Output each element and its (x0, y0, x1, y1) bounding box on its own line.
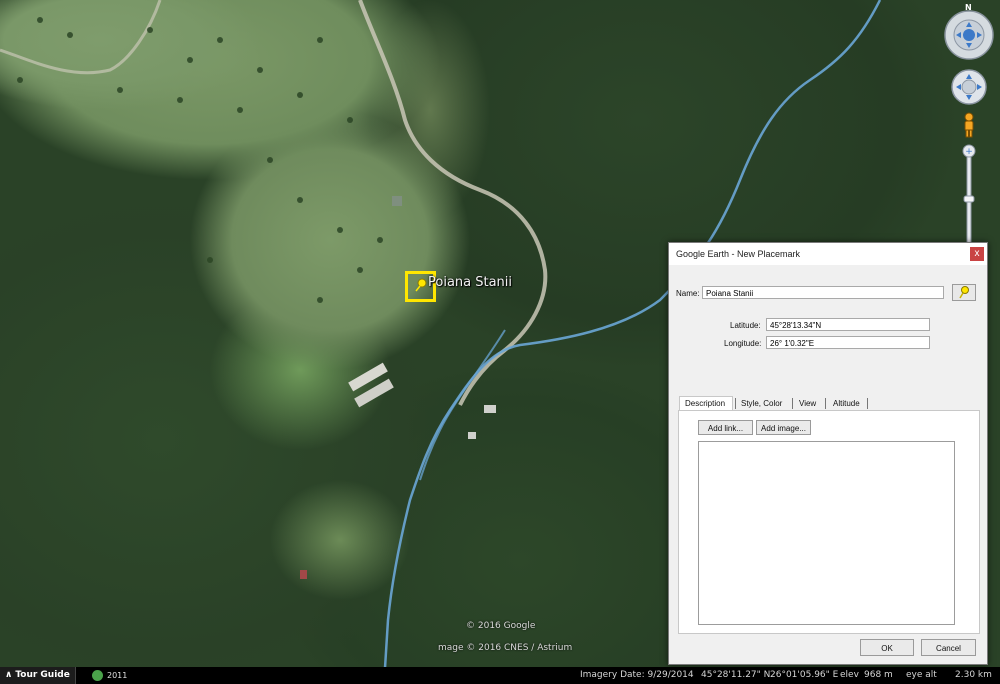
tour-guide-button[interactable]: ∧ Tour Guide (0, 667, 76, 684)
close-icon: x (974, 248, 980, 259)
street-view-pegman-icon[interactable] (960, 112, 978, 138)
road-branch (0, 0, 162, 75)
eye-alt-label: eye alt (906, 670, 937, 680)
cancel-button[interactable]: Cancel (921, 639, 976, 656)
status-bar: ∧ Tour Guide 2011 Imagery Date: 9/29/2014… (0, 667, 1000, 684)
building (300, 570, 307, 579)
tab-divider (867, 398, 868, 409)
tab-style-color[interactable]: Style, Color (741, 398, 782, 410)
add-link-button[interactable]: Add link... (698, 420, 753, 435)
look-control[interactable]: N (942, 3, 996, 60)
pushpin-icon (415, 278, 427, 292)
dialog-titlebar[interactable]: Google Earth - New Placemark x (669, 243, 987, 265)
svg-text:+: + (965, 147, 973, 157)
tour-guide-label: Tour Guide (15, 670, 70, 680)
pushpin-icon (959, 286, 969, 299)
add-image-button[interactable]: Add image... (756, 420, 811, 435)
new-placemark-dialog: Google Earth - New Placemark x Name: Poi… (668, 242, 988, 665)
building (484, 405, 496, 413)
meadow-trees (17, 17, 383, 303)
building (392, 196, 402, 206)
cursor-latitude: 45°28'11.27" N (701, 670, 771, 680)
eye-alt-value: 2.30 km (955, 670, 992, 680)
elev-label: elev (840, 670, 859, 680)
placemark-icon-button[interactable] (952, 284, 976, 301)
longitude-field[interactable]: 26° 1'0.32"E (766, 336, 930, 349)
latitude-field[interactable]: 45°28'13.34"N (766, 318, 930, 331)
clock-icon (92, 670, 103, 681)
place-label: Poiana Stanii (428, 275, 513, 290)
tab-altitude[interactable]: Altitude (833, 398, 860, 410)
move-control[interactable] (950, 68, 988, 106)
imagery-date: Imagery Date: 9/29/2014 (580, 670, 694, 680)
name-field[interactable]: Poiana Stanii (702, 286, 944, 299)
name-label: Name: (676, 289, 700, 298)
tab-description[interactable]: Description (685, 398, 725, 410)
close-button[interactable]: x (970, 247, 984, 261)
latitude-label: Latitude: (730, 321, 761, 330)
chevron-up-icon: ∧ (5, 670, 13, 680)
historical-year: 2011 (107, 671, 128, 680)
longitude-label: Longitude: (724, 339, 762, 348)
zoom-slider[interactable]: + (962, 144, 976, 245)
ok-button[interactable]: OK (860, 639, 914, 656)
elev-value: 968 m (864, 670, 893, 680)
copyright-google: © 2016 Google (466, 621, 536, 631)
dialog-title: Google Earth - New Placemark (676, 249, 801, 259)
copyright-imagery: mage © 2016 CNES / Astrium (438, 643, 573, 653)
tab-divider (825, 398, 826, 409)
pan-arrows-icon (951, 69, 987, 105)
tab-divider (735, 398, 736, 409)
zoom-thumb (963, 195, 975, 203)
north-label: N (965, 3, 972, 12)
tab-divider (792, 398, 793, 409)
compass-look-icon (944, 10, 994, 60)
tab-view[interactable]: View (799, 398, 816, 410)
description-textarea[interactable] (698, 441, 955, 625)
cursor-longitude: 26°01'05.96" E (770, 670, 839, 680)
building (468, 432, 476, 439)
historical-imagery-button[interactable]: 2011 (92, 669, 127, 682)
